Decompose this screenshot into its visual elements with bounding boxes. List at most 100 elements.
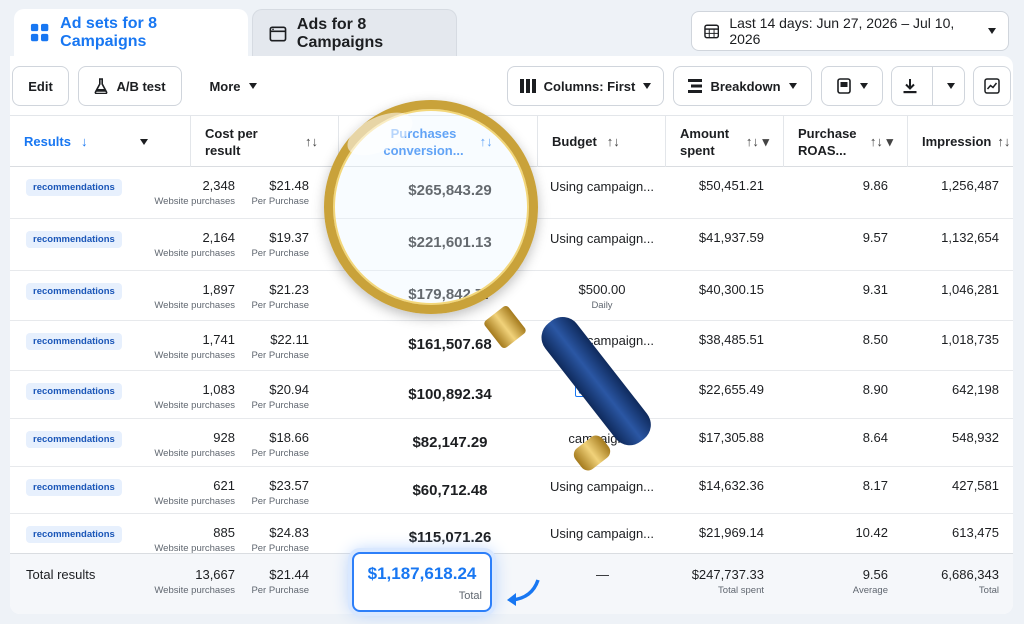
cost-sub: Per Purchase <box>251 300 309 311</box>
roas-value: 8.64 <box>862 430 888 445</box>
ab-test-button[interactable]: A/B test <box>78 66 182 106</box>
reports-button[interactable] <box>821 66 883 106</box>
tab-ads[interactable]: Ads for 8 Campaigns <box>252 9 457 57</box>
more-button[interactable]: More <box>198 66 268 106</box>
totals-label: Total results <box>26 567 96 582</box>
impressions-value: 613,475 <box>952 525 999 540</box>
impressions-value: 427,581 <box>952 478 999 493</box>
budget-sub: Daily <box>591 300 613 311</box>
chevron-down-icon <box>860 83 868 89</box>
results-value: 1,083 <box>202 382 235 397</box>
sort-icon: ↑↓ <box>606 134 620 149</box>
tab-ad-sets[interactable]: Ad sets for 8 Campaigns <box>14 9 248 57</box>
results-value: 928 <box>213 430 235 445</box>
results-sub: Website purchases <box>154 350 235 361</box>
amount-spent-value: $38,485.51 <box>698 332 764 347</box>
amount-spent-value: $21,969.14 <box>698 525 764 540</box>
budget-value: $500.00 <box>578 282 626 297</box>
roas-value: 8.50 <box>862 332 888 347</box>
totals-budget: — <box>596 567 609 582</box>
purchases-value: $100,892.34 <box>408 386 492 403</box>
cost-value: $22.11 <box>270 332 309 347</box>
totals-amount: $247,737.33 <box>691 567 764 582</box>
recommendations-badge[interactable]: recommendations <box>26 479 122 496</box>
table-row[interactable]: recommendations 1,083 Website purchases $20… <box>10 371 1013 419</box>
totals-results: 13,667 <box>195 567 235 582</box>
totals-roas-sub: Average <box>852 585 888 596</box>
roas-value: 9.86 <box>862 178 888 193</box>
cost-value: $19.37 <box>269 230 309 245</box>
recommendations-badge[interactable]: recommendations <box>26 231 122 248</box>
totals-amount-sub: Total spent <box>718 585 764 596</box>
table-row[interactable]: recommendations 621 Website purchases $23.5… <box>10 467 1013 514</box>
date-range-picker[interactable]: Last 14 days: Jun 27, 2026 – Jul 10, 202… <box>691 11 1009 51</box>
budget-value: Using campaign... <box>549 526 655 541</box>
recommendations-badge[interactable]: recommendations <box>26 383 122 400</box>
column-label: Purchase ROAS... <box>798 125 857 158</box>
roas-value: 10.42 <box>855 525 888 540</box>
recommendations-badge[interactable]: recommendations <box>26 333 122 350</box>
purchases-value: $161,507.68 <box>408 336 492 353</box>
sort-icon: ↑↓ <box>305 134 318 149</box>
export-button[interactable] <box>891 66 965 106</box>
more-label: More <box>209 78 241 94</box>
totals-results-sub: Website purchases <box>154 585 235 596</box>
tab-ad-sets-label: Ad sets for 8 Campaigns <box>60 15 158 50</box>
results-value: 2,164 <box>202 230 235 245</box>
budget-value: Using campaign... <box>549 179 655 194</box>
date-range-label: Last 14 days: Jun 27, 2026 – Jul 10, 202… <box>729 15 955 47</box>
flask-icon <box>95 78 108 94</box>
edit-label: Edit <box>28 78 53 94</box>
totals-roas: 9.56 <box>862 567 888 582</box>
column-header-roas[interactable]: Purchase ROAS... ↑↓ ▾ <box>784 116 908 167</box>
columns-label: Columns: First <box>543 78 636 94</box>
results-value: 1,897 <box>202 282 235 297</box>
column-header-results[interactable]: Results ↓ <box>10 116 191 167</box>
impressions-value: 548,932 <box>952 430 999 445</box>
cost-sub: Per Purchase <box>251 496 309 507</box>
roas-value: 9.57 <box>862 230 888 245</box>
column-header-budget[interactable]: Budget ↑↓ <box>538 116 666 167</box>
column-header-impressions[interactable]: Impression ↑↓ <box>908 116 1013 167</box>
cost-value: $24.83 <box>269 525 309 540</box>
recommendations-badge[interactable]: recommendations <box>26 179 122 196</box>
cost-sub: Per Purchase <box>251 248 309 259</box>
cost-value: $23.57 <box>269 478 309 493</box>
cost-value: $21.48 <box>269 178 309 193</box>
grid-icon <box>30 23 49 42</box>
totals-purchases-sub: Total <box>458 590 482 602</box>
roas-value: 9.31 <box>862 282 888 297</box>
purchases-value: $115,071.26 <box>408 529 492 546</box>
totals-impressions-sub: Total <box>978 585 999 596</box>
impressions-value: 1,046,281 <box>941 282 999 297</box>
purchases-value: $60,712.48 <box>412 482 488 499</box>
calendar-icon <box>704 24 720 39</box>
chevron-down-icon <box>643 83 652 89</box>
budget-value: Using campaign... <box>549 231 655 246</box>
column-header-cost[interactable]: Cost per result ↑↓ <box>191 116 339 167</box>
breakdown-button[interactable]: Breakdown <box>673 66 812 106</box>
results-sub: Website purchases <box>154 496 235 507</box>
totals-impressions: 6,686,343 <box>941 567 999 582</box>
sort-icon: ↑↓ <box>997 134 1011 149</box>
impressions-value: 1,132,654 <box>941 230 999 245</box>
total-purchases-highlight: $1,187,618.24 Total <box>352 552 492 612</box>
amount-spent-value: $22,655.49 <box>698 382 764 397</box>
sort-icon: ↑↓ ▾ <box>869 133 893 149</box>
recommendations-badge[interactable]: recommendations <box>26 283 122 300</box>
budget-value: Using campaign... <box>549 479 655 494</box>
edit-button[interactable]: Edit <box>12 66 69 106</box>
cost-sub: Per Purchase <box>251 448 309 459</box>
chevron-down-icon <box>140 138 148 145</box>
table-row[interactable]: recommendations 928 Website purchases $18.6… <box>10 419 1013 467</box>
column-header-amount-spent[interactable]: Amount spent ↑↓ ▾ <box>666 116 784 167</box>
columns-button[interactable]: Columns: First <box>507 66 664 106</box>
recommendations-badge[interactable]: recommendations <box>26 431 122 448</box>
column-label: Impression <box>922 134 992 149</box>
chevron-down-icon <box>248 83 257 89</box>
chart-toggle-button[interactable] <box>973 66 1011 106</box>
chevron-down-icon <box>988 28 996 34</box>
magnifying-glass-icon <box>324 100 538 314</box>
column-label: Budget <box>552 134 597 149</box>
recommendations-badge[interactable]: recommendations <box>26 526 122 543</box>
